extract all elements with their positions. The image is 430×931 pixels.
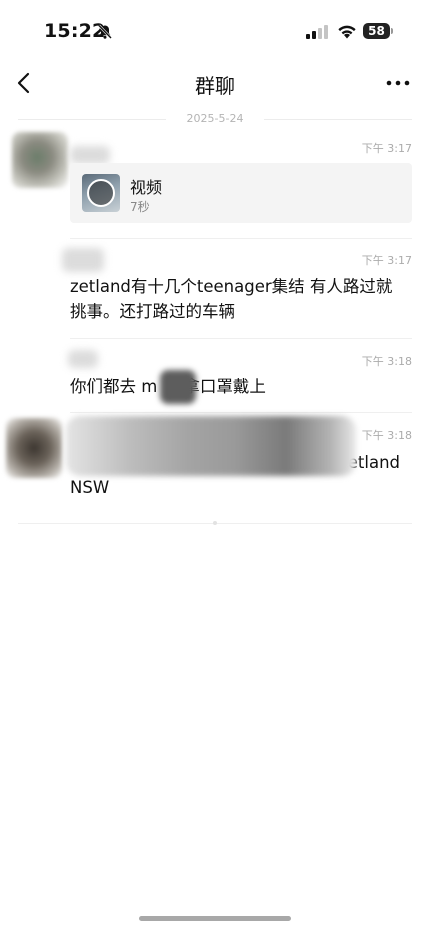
bell-slash-icon [98, 24, 112, 39]
redacted-block [160, 370, 196, 404]
avatar[interactable] [12, 132, 68, 188]
status-bar: 15:22 58 [0, 0, 430, 60]
message-prefix: 你们都去 m [70, 377, 158, 396]
home-indicator[interactable] [139, 916, 291, 921]
message-line: 挑事。还打路过的车辆 [70, 302, 235, 321]
message-separator [70, 338, 412, 339]
message-time: 下午 3:18 [361, 429, 412, 442]
divider-line-right [264, 119, 412, 120]
date-divider: 2025-5-24 [18, 112, 412, 128]
message-line: zetland有十几个teenager集结 有人路过就 [70, 277, 393, 296]
page-title: 群聊 [195, 74, 235, 98]
video-thumbnail [82, 174, 120, 212]
message-time: 下午 3:18 [361, 355, 412, 368]
avatar[interactable] [6, 418, 62, 478]
signal-icon [306, 25, 328, 39]
video-duration: 7秒 [130, 200, 150, 214]
nav-bar: 群聊 [0, 60, 430, 106]
message-time: 下午 3:17 [361, 142, 412, 155]
battery-tip [391, 28, 393, 34]
more-dots-icon[interactable] [386, 72, 410, 94]
list-end-dot [213, 521, 217, 525]
video-message[interactable]: 视频 7秒 [70, 163, 412, 223]
message-separator [70, 238, 412, 239]
redacted-block [66, 416, 356, 476]
sender-name-redacted [70, 146, 110, 164]
message-time: 下午 3:17 [361, 254, 412, 267]
battery-icon: 58 [363, 23, 390, 39]
play-icon [87, 179, 115, 207]
message-text[interactable]: zetland有十几个teenager集结 有人路过就 挑事。还打路过的车辆 [70, 274, 392, 324]
message-line: NSW [70, 478, 110, 497]
wifi-icon [338, 25, 356, 39]
message-separator [70, 412, 412, 413]
video-title: 视频 [130, 178, 163, 197]
sender-name-redacted [62, 248, 104, 272]
sender-name-redacted [68, 350, 98, 368]
